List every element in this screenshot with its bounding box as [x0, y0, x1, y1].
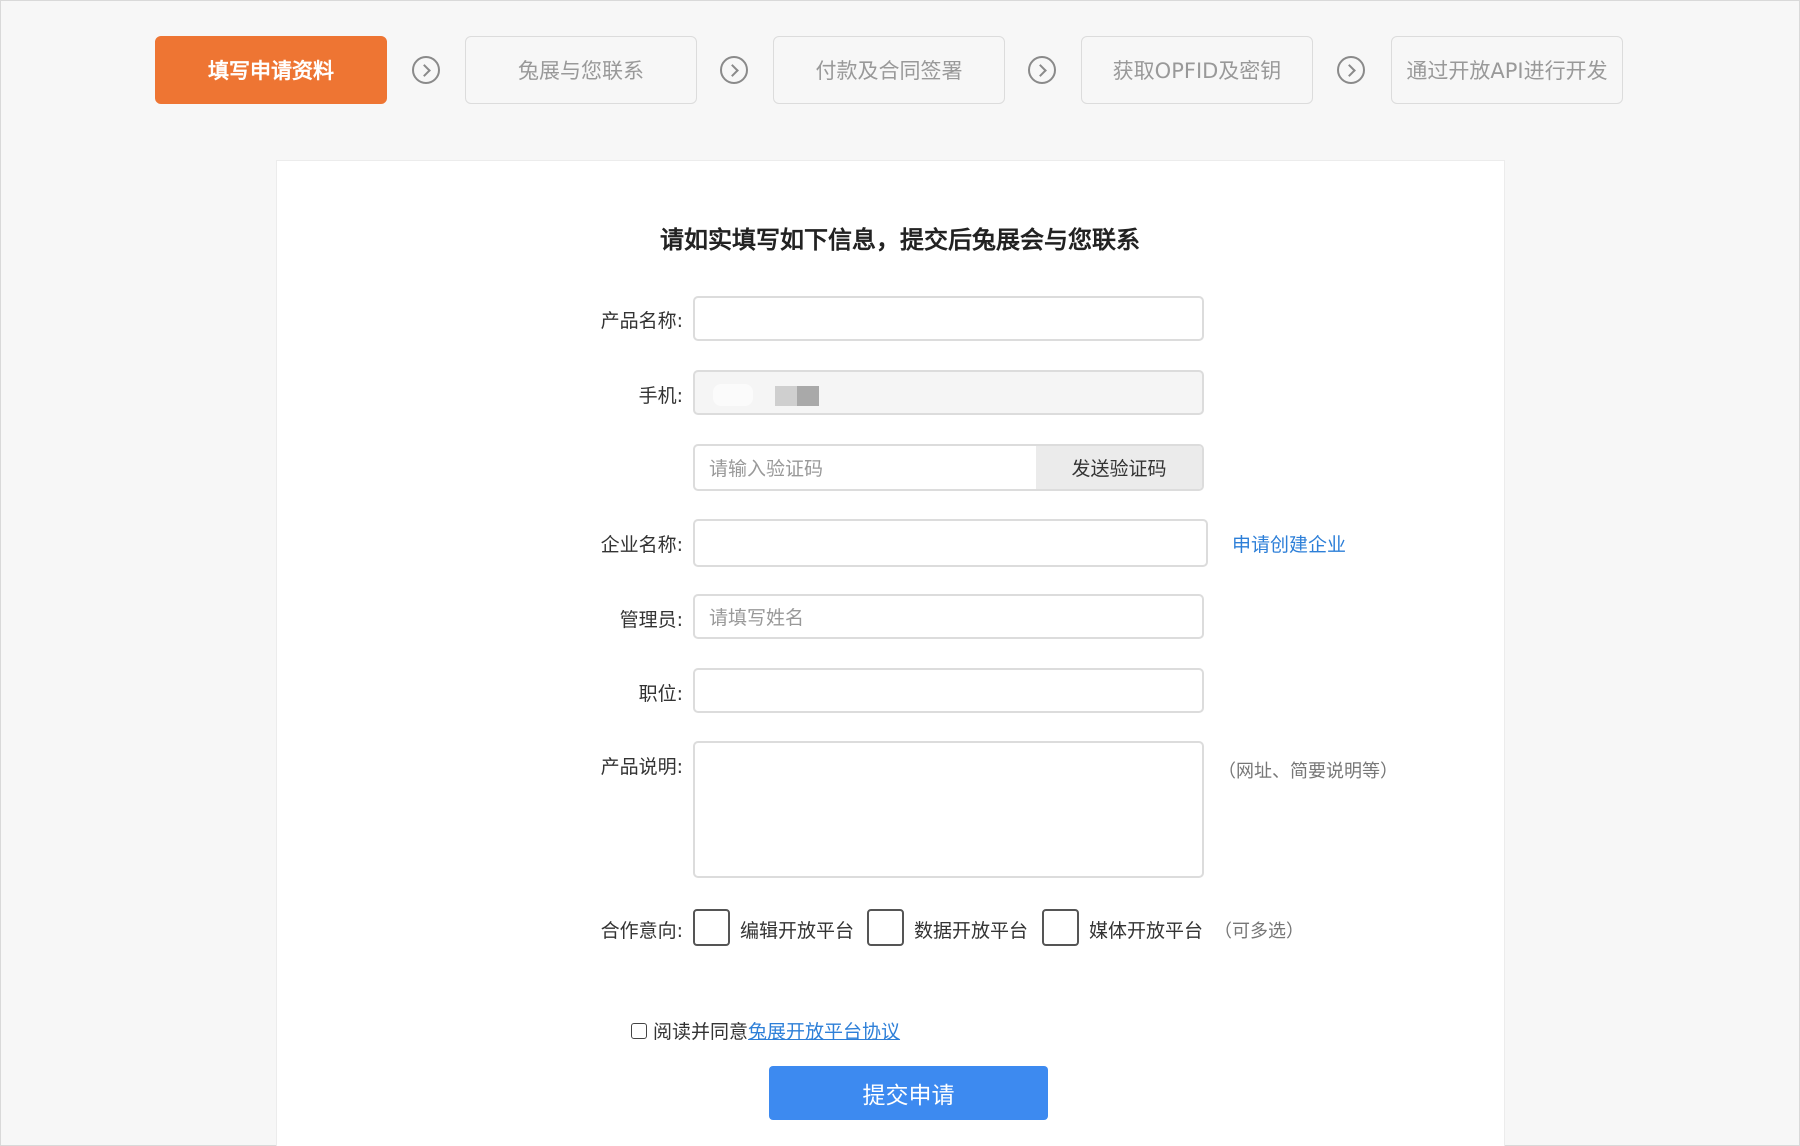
chevron-right-icon — [412, 56, 440, 84]
checkbox-label: 数据开放平台 — [914, 920, 1029, 942]
checkbox-media-platform[interactable] — [1042, 909, 1079, 946]
checkbox-label: 媒体开放平台 — [1089, 920, 1204, 942]
agreement-row: 阅读并同意 兔展开放平台协议 — [631, 1017, 900, 1044]
checkbox-editing-platform[interactable] — [693, 909, 730, 946]
company-name-input[interactable] — [693, 519, 1208, 567]
phone-label: 手机: — [638, 385, 683, 407]
step-api-development[interactable]: 通过开放API进行开发 — [1391, 36, 1623, 104]
step-label: 获取OPFID及密钥 — [1112, 59, 1282, 83]
verification-code-placeholder: 请输入验证码 — [709, 458, 824, 480]
step-fill-application[interactable]: 填写申请资料 — [155, 36, 387, 104]
step-label: 兔展与您联系 — [518, 59, 644, 83]
step-contact[interactable]: 兔展与您联系 — [465, 36, 697, 104]
chevron-right-icon — [1028, 56, 1056, 84]
position-input[interactable] — [693, 668, 1204, 713]
submit-button[interactable]: 提交申请 — [769, 1066, 1048, 1120]
progress-steps: 填写申请资料 兔展与您联系 付款及合同签署 获取OPFID及密钥 通过开放API… — [155, 36, 1625, 104]
checkbox-label: 编辑开放平台 — [740, 920, 855, 942]
form-title: 请如实填写如下信息，提交后兔展会与您联系 — [660, 226, 1140, 254]
admin-name-input[interactable]: 请填写姓名 — [693, 594, 1204, 639]
admin-name-placeholder: 请填写姓名 — [709, 607, 805, 629]
checkbox-data-platform[interactable] — [867, 909, 904, 946]
chevron-right-icon — [720, 56, 748, 84]
description-hint: （网址、简要说明等） — [1218, 761, 1398, 782]
create-company-link[interactable]: 申请创建企业 — [1232, 530, 1346, 557]
step-get-keys[interactable]: 获取OPFID及密钥 — [1081, 36, 1313, 104]
chevron-right-icon — [1337, 56, 1365, 84]
product-name-input[interactable] — [693, 296, 1204, 341]
agreement-link[interactable]: 兔展开放平台协议 — [748, 1017, 900, 1044]
agreement-text: 阅读并同意 — [653, 1021, 749, 1043]
agreement-checkbox[interactable] — [631, 1022, 647, 1039]
step-label: 付款及合同签署 — [815, 59, 963, 83]
multi-select-hint: （可多选） — [1214, 921, 1304, 942]
step-label: 通过开放API进行开发 — [1406, 59, 1608, 83]
product-description-textarea[interactable] — [693, 741, 1204, 878]
step-label: 填写申请资料 — [208, 59, 334, 83]
position-label: 职位: — [638, 683, 683, 705]
product-description-label: 产品说明: — [600, 756, 683, 778]
admin-label: 管理员: — [619, 609, 683, 631]
send-code-button[interactable]: 发送验证码 — [1036, 446, 1202, 489]
product-name-label: 产品名称: — [600, 310, 683, 332]
phone-input — [693, 370, 1204, 415]
verification-code-input[interactable]: 请输入验证码 — [695, 446, 1040, 489]
company-name-label: 企业名称: — [600, 534, 683, 556]
step-payment-contract[interactable]: 付款及合同签署 — [773, 36, 1005, 104]
verification-code-group: 请输入验证码 发送验证码 — [693, 444, 1204, 491]
redacted-phone-number — [713, 382, 823, 406]
cooperation-label: 合作意向: — [600, 920, 683, 942]
